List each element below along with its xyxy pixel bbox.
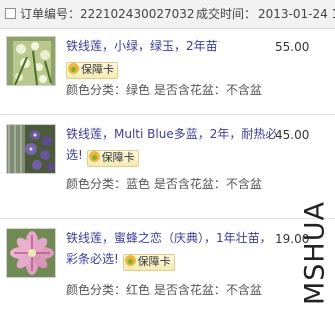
item-divider [0,218,335,219]
order-item-2: 铁线莲，Multi Blue多蓝，2年，耐热必选! 保障卡 颜色分类：蓝色 是否… [0,124,335,214]
product-thumbnail-1[interactable] [6,36,56,86]
order-number-label: 订单编号： [20,7,81,21]
flower-icon [68,63,79,74]
product-title-1[interactable]: 铁线莲，小绿，绿玉，2年苗 保障卡 [66,36,278,79]
order-time-value: 2013-01-24 1 [258,7,335,21]
product-props-1: 颜色分类：绿色 是否含花盆：不含盆 [66,83,262,97]
order-item-3: 铁线莲，蜜蜂之恋（庆典），1年壮苗，彩条必选! 保障卡 颜色分类：红色 是否含花… [0,228,335,318]
product-title-2[interactable]: 铁线莲，Multi Blue多蓝，2年，耐热必选! 保障卡 [66,124,278,167]
product-props-2: 颜色分类：蓝色 是否含花盆：不含盆 [66,177,262,191]
product-props-3: 颜色分类：红色 是否含花盆：不含盆 [66,283,262,297]
guarantee-badge-1[interactable]: 保障卡 [66,62,118,79]
guarantee-badge-3[interactable]: 保障卡 [122,254,175,271]
flower-icon [124,255,136,266]
order-time-label: 成交时间： [196,7,257,21]
product-price-1: 55.00 [275,40,310,54]
item-divider [0,114,335,115]
watermark-text: MSHUA [300,201,330,305]
order-select-checkbox[interactable] [5,8,16,19]
product-price-2: 45.00 [275,128,310,142]
guarantee-badge-3-label: 保障卡 [137,255,171,268]
order-number-value: 222102430027032 [80,7,195,21]
order-header: 订单编号： 222102430027032 成交时间： 2013-01-24 1 [0,0,335,29]
flower-icon [88,151,100,162]
watermark: MSHUA [300,196,330,311]
guarantee-badge-2[interactable]: 保障卡 [86,150,139,167]
guarantee-badge-1-label: 保障卡 [81,63,114,76]
product-title-1-text[interactable]: 铁线莲，小绿，绿玉，2年苗 [66,39,218,53]
order-item-1: 铁线莲，小绿，绿玉，2年苗 保障卡 颜色分类：绿色 是否含花盆：不含盆 55.0… [0,36,335,126]
product-title-3[interactable]: 铁线莲，蜜蜂之恋（庆典），1年壮苗，彩条必选! 保障卡 [66,228,278,271]
product-thumbnail-3[interactable] [6,228,56,278]
product-thumbnail-2[interactable] [6,124,56,174]
guarantee-badge-2-label: 保障卡 [101,151,135,164]
